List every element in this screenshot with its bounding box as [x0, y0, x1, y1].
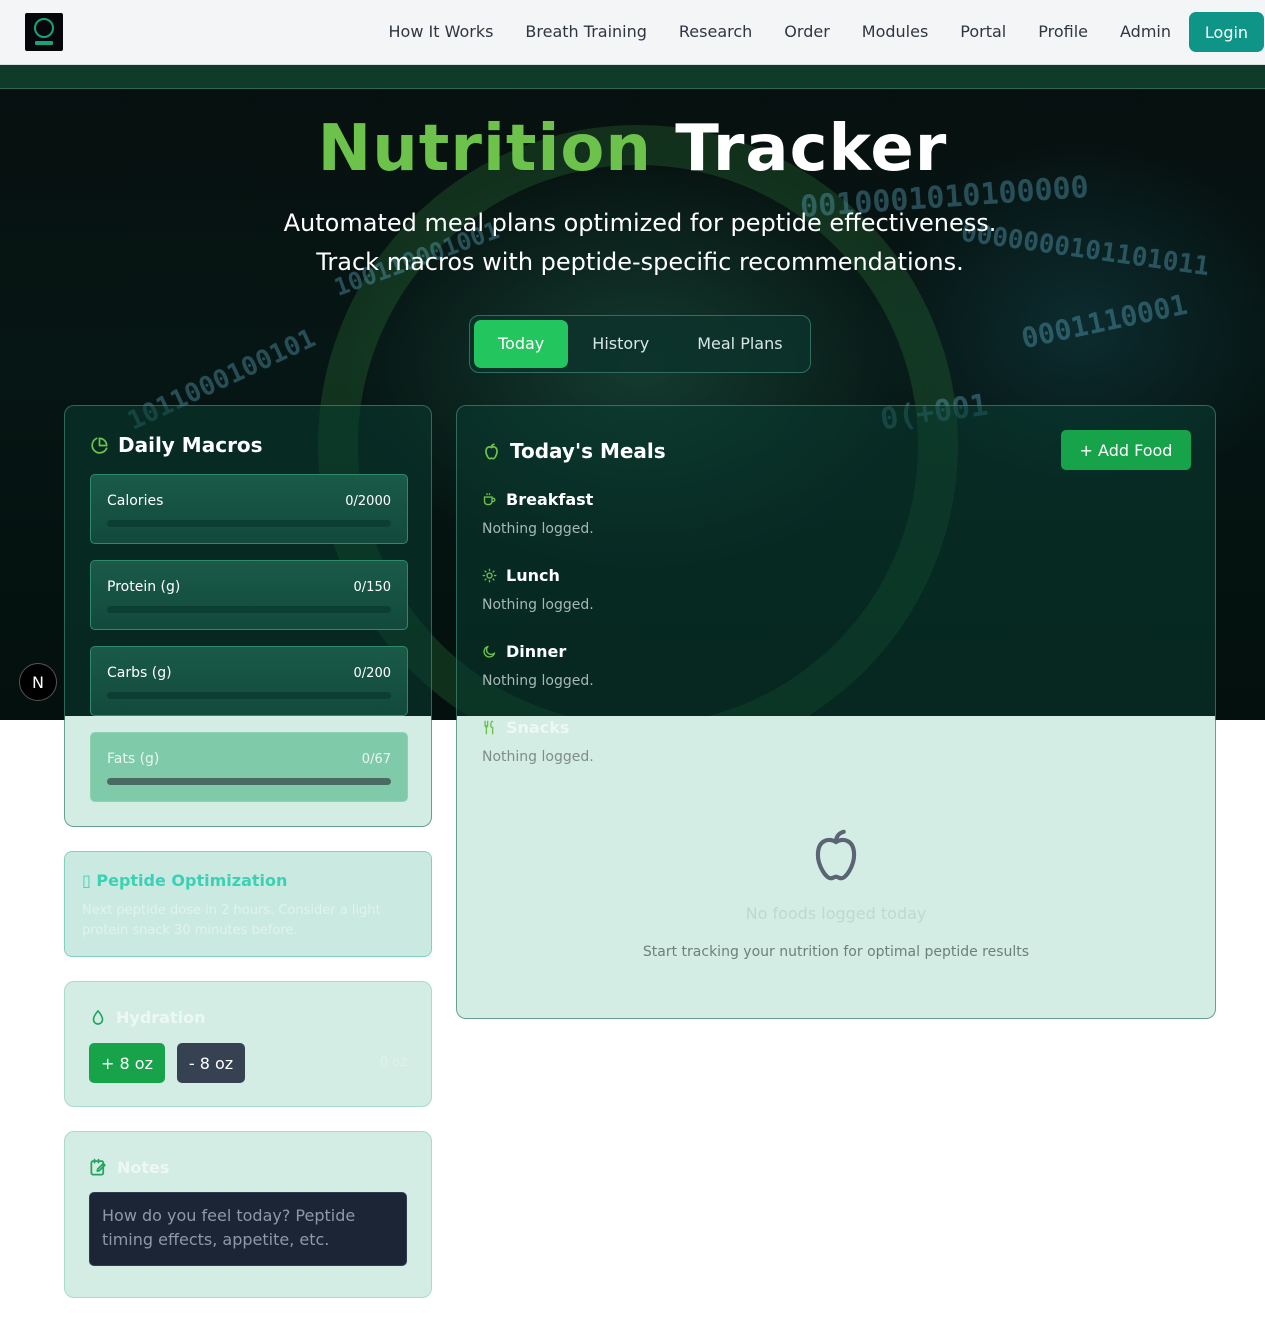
main-nav: How It Works Breath Training Research Or…	[357, 0, 1172, 63]
utensils-icon	[484, 720, 494, 735]
nav-research[interactable]: Research	[679, 22, 752, 41]
meal-breakfast-header: Breakfast	[482, 490, 593, 509]
notes-title: Notes	[89, 1158, 169, 1177]
empty-apple-icon	[815, 829, 857, 881]
droplet-icon	[92, 1009, 104, 1025]
macros-title: Daily Macros	[90, 433, 263, 457]
hydration-title: Hydration	[89, 1008, 205, 1027]
floating-n-badge[interactable]: N	[19, 663, 57, 701]
pie-chart-icon	[91, 437, 108, 454]
logo-emblem-icon	[34, 18, 54, 38]
notes-card: Notes	[64, 1131, 432, 1298]
nav-order[interactable]: Order	[784, 22, 829, 41]
empty-state-illustration	[457, 824, 1215, 890]
nav-profile[interactable]: Profile	[1038, 22, 1088, 41]
nav-breath-training[interactable]: Breath Training	[525, 22, 646, 41]
macro-calories: Calories 0/2000	[90, 474, 408, 544]
macro-fats: Fats (g) 0/67	[90, 732, 408, 802]
title-accent: Nutrition	[317, 112, 652, 186]
peptide-text: Next peptide dose in 2 hours. Consider a…	[82, 903, 381, 938]
add-food-button[interactable]: + Add Food	[1061, 430, 1191, 470]
macro-progress-bar	[107, 520, 391, 527]
page-title: Nutrition Tracker	[0, 112, 1265, 186]
meal-snacks-empty: Nothing logged.	[482, 749, 594, 765]
sun-icon	[482, 568, 497, 583]
nav-modules[interactable]: Modules	[862, 22, 929, 41]
tab-meal-plans[interactable]: Meal Plans	[673, 320, 806, 368]
view-tabs: Today History Meal Plans	[469, 315, 811, 373]
macro-carbs: Carbs (g) 0/200	[90, 646, 408, 716]
tab-history[interactable]: History	[568, 320, 673, 368]
tab-today[interactable]: Today	[474, 320, 569, 368]
hydration-card: Hydration + 8 oz - 8 oz 0 oz	[64, 981, 432, 1107]
hydration-value: 0 oz	[379, 1055, 407, 1070]
page-subtitle: Automated meal plans optimized for pepti…	[0, 204, 1265, 282]
notes-textarea[interactable]	[89, 1192, 407, 1266]
moon-icon	[483, 645, 496, 658]
nav-how-it-works[interactable]: How It Works	[389, 22, 494, 41]
nav-admin[interactable]: Admin	[1120, 22, 1171, 41]
macro-progress-bar	[107, 606, 391, 613]
apple-icon	[485, 443, 498, 459]
remove-water-button[interactable]: - 8 oz	[177, 1043, 245, 1083]
login-button[interactable]: Login	[1189, 12, 1264, 52]
title-main: Tracker	[675, 112, 948, 186]
hero-top-strip	[0, 65, 1265, 89]
daily-macros-card: Daily Macros Calories 0/2000 Protein (g)…	[64, 405, 432, 827]
subtitle-line-1: Automated meal plans optimized for pepti…	[283, 209, 997, 237]
peptide-title: ▯ Peptide Optimization	[82, 871, 288, 890]
empty-state-title: No foods logged today	[745, 904, 927, 923]
meal-lunch-empty: Nothing logged.	[482, 597, 594, 613]
empty-state-subtitle: Start tracking your nutrition for optima…	[642, 944, 1030, 960]
meal-dinner-empty: Nothing logged.	[482, 673, 594, 689]
subtitle-line-2: Track macros with peptide-specific recom…	[316, 248, 964, 276]
meal-breakfast-empty: Nothing logged.	[482, 521, 594, 537]
edit-notes-icon	[90, 1158, 106, 1176]
meal-lunch-header: Lunch	[482, 566, 560, 585]
add-water-button[interactable]: + 8 oz	[89, 1043, 165, 1083]
peptide-optimization-card: ▯ Peptide Optimization Next peptide dose…	[64, 851, 432, 957]
macro-progress-bar	[107, 692, 391, 699]
meal-snacks-header: Snacks	[482, 718, 569, 737]
meals-title: Today's Meals	[482, 439, 666, 463]
background-binary-text: 0001110001	[1018, 287, 1191, 356]
macro-protein: Protein (g) 0/150	[90, 560, 408, 630]
top-navbar: How It Works Breath Training Research Or…	[0, 0, 1265, 65]
coffee-icon	[483, 493, 496, 506]
todays-meals-card: Today's Meals + Add Food Breakfast Nothi…	[456, 405, 1216, 1019]
meal-dinner-header: Dinner	[482, 642, 566, 661]
brand-logo[interactable]	[25, 13, 63, 51]
nav-portal[interactable]: Portal	[960, 22, 1006, 41]
macro-progress-bar	[107, 778, 391, 785]
